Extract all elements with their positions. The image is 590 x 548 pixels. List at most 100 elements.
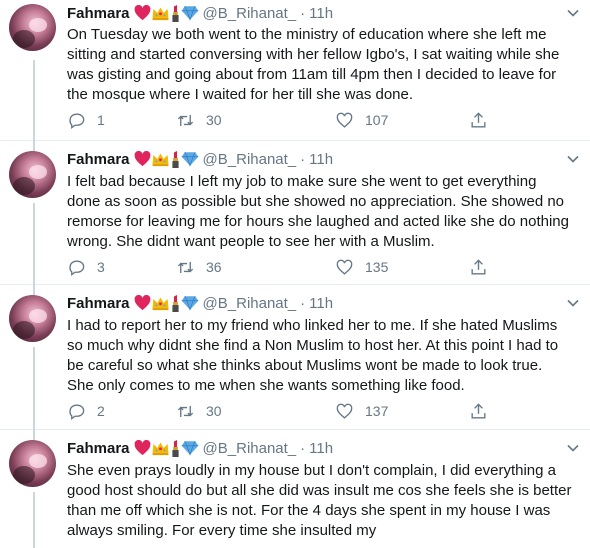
reply-count: 2 — [97, 403, 105, 419]
dot-separator: · — [300, 294, 306, 312]
user-handle[interactable]: @B_Rihanat_ — [203, 440, 297, 457]
name-emojis — [134, 4, 199, 22]
tweet-text: On Tuesday we both went to the ministry … — [67, 26, 560, 103]
avatar[interactable] — [9, 440, 56, 487]
red-heart-icon — [134, 151, 150, 167]
gem-icon — [181, 6, 198, 21]
thread-line — [33, 141, 35, 151]
avatar[interactable] — [9, 4, 56, 51]
gem-icon — [181, 152, 198, 167]
display-name[interactable]: Fahmara — [67, 440, 130, 457]
name-emojis — [134, 294, 199, 312]
gem-icon — [181, 296, 198, 311]
display-name[interactable]: Fahmara — [67, 151, 130, 168]
share-button[interactable] — [469, 110, 488, 130]
thread-line — [33, 203, 35, 285]
tweet-text: I felt bad because I left my job to make… — [67, 173, 569, 250]
like-button[interactable]: 137 — [335, 401, 388, 421]
reply-button[interactable]: 2 — [67, 401, 105, 421]
retweet-count: 30 — [206, 403, 222, 419]
crown-icon — [152, 153, 168, 167]
tweet[interactable]: Fahmara @B_Rihanat_ · 11h I had to repor… — [0, 285, 590, 430]
reply-count: 3 — [97, 259, 105, 275]
reply-icon — [69, 259, 85, 276]
like-count: 137 — [365, 403, 389, 419]
avatar[interactable] — [9, 295, 56, 342]
retweet-button[interactable]: 36 — [176, 257, 222, 277]
dot-separator: · — [300, 439, 306, 457]
user-handle[interactable]: @B_Rihanat_ — [203, 5, 297, 22]
display-name[interactable]: Fahmara — [67, 295, 130, 312]
thread-line — [33, 430, 35, 440]
thread-line — [33, 347, 35, 430]
tweet[interactable]: Fahmara @B_Rihanat_ · 11h She even prays… — [0, 430, 590, 548]
chevron-down-icon[interactable] — [566, 152, 580, 166]
lipstick-icon — [171, 150, 179, 168]
tweet-text: She even prays loudly in my house but I … — [67, 462, 572, 539]
tweet-text: I had to report her to my friend who lin… — [67, 317, 559, 394]
tweet-actions: 3 36 135 — [67, 257, 487, 277]
share-button[interactable] — [469, 257, 488, 277]
dot-separator: · — [300, 150, 306, 168]
like-icon — [336, 403, 353, 419]
chevron-down-icon[interactable] — [566, 296, 580, 310]
like-button[interactable]: 107 — [335, 110, 388, 130]
thread-line — [33, 492, 35, 548]
retweet-button[interactable]: 30 — [176, 401, 222, 421]
timestamp[interactable]: 11h — [309, 151, 333, 168]
tweet-header: Fahmara @B_Rihanat_ · 11h — [67, 438, 333, 458]
share-icon — [471, 402, 486, 419]
red-heart-icon — [134, 440, 150, 456]
tweet[interactable]: Fahmara @B_Rihanat_ · 11h I felt bad bec… — [0, 141, 590, 285]
tweet-header: Fahmara @B_Rihanat_ · 11h — [67, 3, 333, 23]
display-name[interactable]: Fahmara — [67, 5, 130, 22]
timestamp[interactable]: 11h — [309, 440, 333, 457]
lipstick-icon — [171, 294, 179, 312]
crown-icon — [152, 7, 168, 21]
red-heart-icon — [134, 5, 150, 21]
share-button[interactable] — [469, 401, 488, 421]
lipstick-icon — [171, 439, 179, 457]
like-button[interactable]: 135 — [335, 257, 388, 277]
lipstick-icon — [171, 4, 179, 22]
tweet-actions: 2 30 137 — [67, 401, 487, 421]
chevron-down-icon[interactable] — [566, 6, 580, 20]
crown-icon — [152, 442, 168, 456]
dot-separator: · — [300, 4, 306, 22]
crown-icon — [152, 297, 168, 311]
retweet-icon — [177, 114, 194, 126]
retweet-button[interactable]: 30 — [176, 110, 222, 130]
like-count: 107 — [365, 112, 389, 128]
retweet-icon — [177, 261, 194, 273]
share-icon — [471, 111, 486, 128]
timeline: Fahmara @B_Rihanat_ · 11h On Tuesday we … — [0, 0, 590, 548]
like-icon — [336, 259, 353, 275]
reply-button[interactable]: 3 — [67, 257, 105, 277]
red-heart-icon — [134, 295, 150, 311]
like-count: 135 — [365, 259, 389, 275]
chevron-down-icon[interactable] — [566, 441, 580, 455]
share-icon — [471, 258, 486, 275]
thread-line — [33, 60, 35, 141]
tweet[interactable]: Fahmara @B_Rihanat_ · 11h On Tuesday we … — [0, 0, 590, 141]
reply-button[interactable]: 1 — [67, 110, 105, 130]
retweet-icon — [177, 405, 194, 417]
tweet-actions: 1 30 107 — [67, 110, 487, 130]
timestamp[interactable]: 11h — [309, 295, 333, 312]
avatar[interactable] — [9, 151, 56, 198]
reply-count: 1 — [97, 112, 105, 128]
user-handle[interactable]: @B_Rihanat_ — [203, 151, 297, 168]
timestamp[interactable]: 11h — [309, 5, 333, 22]
retweet-count: 36 — [206, 259, 222, 275]
like-icon — [336, 112, 353, 128]
tweet-header: Fahmara @B_Rihanat_ · 11h — [67, 149, 333, 169]
reply-icon — [69, 112, 85, 129]
thread-line — [33, 285, 35, 295]
reply-icon — [69, 403, 85, 420]
retweet-count: 30 — [206, 112, 222, 128]
name-emojis — [134, 150, 199, 168]
user-handle[interactable]: @B_Rihanat_ — [203, 295, 297, 312]
tweet-header: Fahmara @B_Rihanat_ · 11h — [67, 293, 333, 313]
gem-icon — [181, 441, 198, 456]
name-emojis — [134, 439, 199, 457]
